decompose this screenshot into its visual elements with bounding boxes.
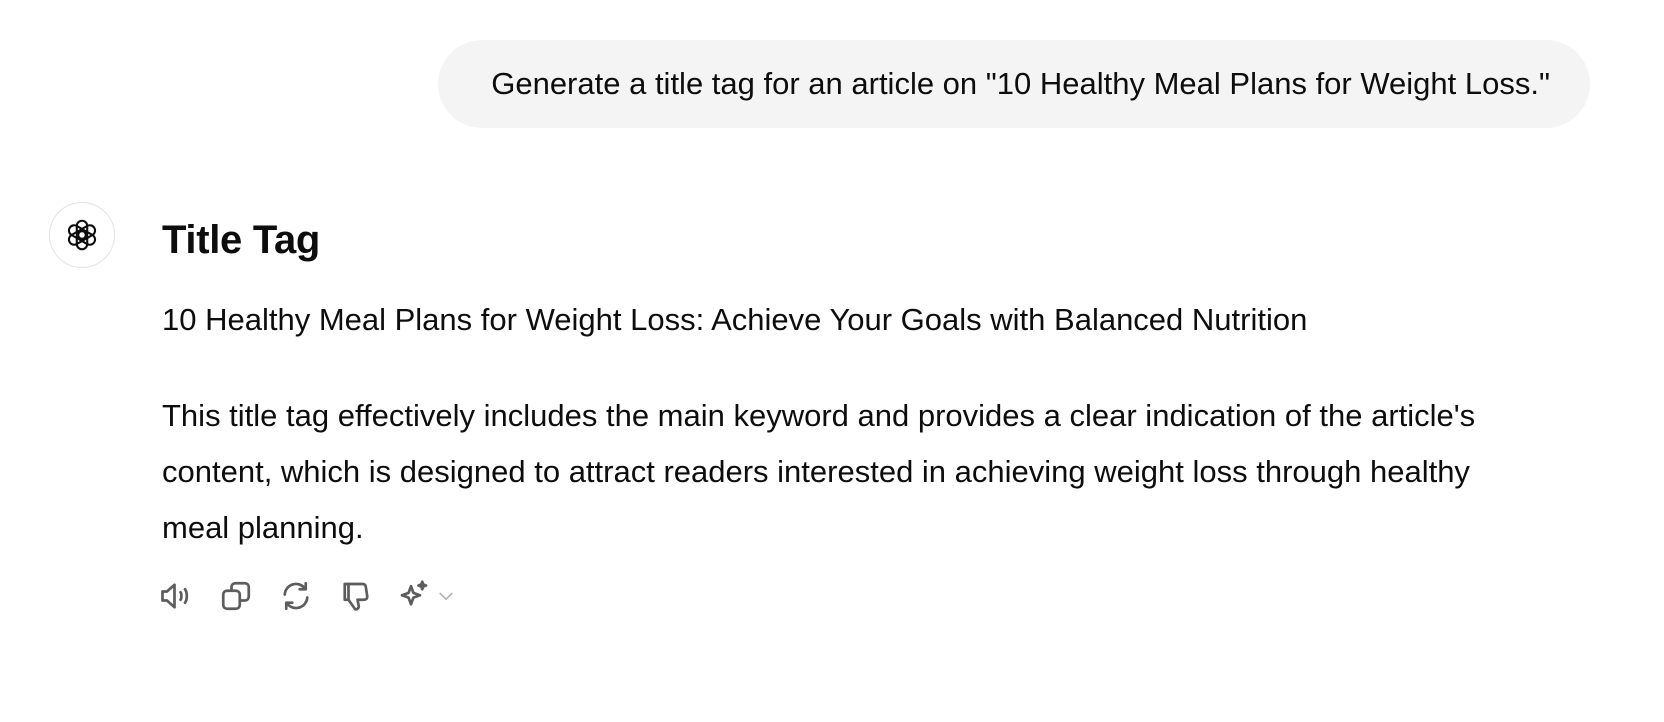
sparkle-icon — [400, 580, 428, 606]
user-message-text: Generate a title tag for an article on "… — [491, 66, 1550, 101]
regenerate-button[interactable] — [276, 576, 316, 616]
response-heading: Title Tag — [162, 218, 321, 262]
speaker-icon — [161, 583, 189, 609]
user-message-bubble: Generate a title tag for an article on "… — [438, 40, 1590, 128]
copy-button[interactable] — [216, 576, 256, 616]
title-tag-text: 10 Healthy Meal Plans for Weight Loss: A… — [162, 302, 1308, 337]
read-aloud-button[interactable] — [156, 576, 196, 616]
openai-logo-icon — [67, 219, 97, 251]
explanation-text: This title tag effectively includes the … — [162, 398, 1476, 545]
thumbs-down-icon — [343, 582, 369, 611]
chat-page: Generate a title tag for an article on "… — [0, 0, 1664, 722]
refresh-icon — [283, 581, 309, 611]
chevron-down-icon — [439, 592, 453, 601]
assistant-response: Title Tag 10 Healthy Meal Plans for Weig… — [162, 208, 1542, 556]
change-model-button[interactable] — [396, 578, 456, 614]
copy-icon — [221, 581, 251, 611]
bad-response-button[interactable] — [336, 576, 376, 616]
message-actions — [156, 576, 456, 616]
assistant-avatar — [49, 202, 115, 268]
